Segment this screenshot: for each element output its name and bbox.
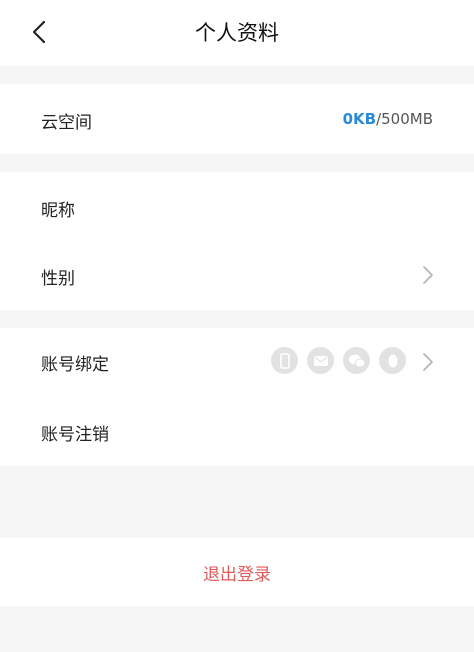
cloud-space-usage: 0KB/500MB	[343, 110, 433, 128]
nickname-label: 昵称	[41, 201, 75, 221]
account-binding-row[interactable]: 账号绑定	[0, 328, 474, 396]
logout-row: 退出登录	[0, 538, 474, 606]
cloud-used-value: 0KB	[342, 110, 377, 128]
cloud-space-label: 云空间	[41, 113, 92, 133]
chevron-right-icon	[421, 265, 435, 285]
gender-label: 性别	[41, 269, 75, 289]
cloud-space-row: 云空间 0KB/500MB	[0, 84, 474, 154]
cloud-total-value: 500MB	[381, 110, 433, 128]
account-cancel-row[interactable]: 账号注销	[0, 396, 474, 466]
chevron-right-icon	[421, 352, 435, 372]
mail-icon[interactable]	[307, 347, 334, 374]
phone-icon[interactable]	[271, 347, 298, 374]
page-title: 个人资料	[195, 21, 279, 45]
binding-icons	[271, 347, 406, 375]
account-binding-label: 账号绑定	[41, 355, 109, 375]
wechat-icon[interactable]	[343, 347, 370, 374]
nickname-row[interactable]: 昵称	[0, 172, 474, 242]
logout-button[interactable]: 退出登录	[0, 560, 474, 585]
gender-row[interactable]: 性别	[0, 241, 474, 310]
account-cancel-label: 账号注销	[41, 425, 109, 445]
qq-icon[interactable]	[379, 347, 406, 374]
header-bar: 个人资料	[0, 0, 474, 66]
